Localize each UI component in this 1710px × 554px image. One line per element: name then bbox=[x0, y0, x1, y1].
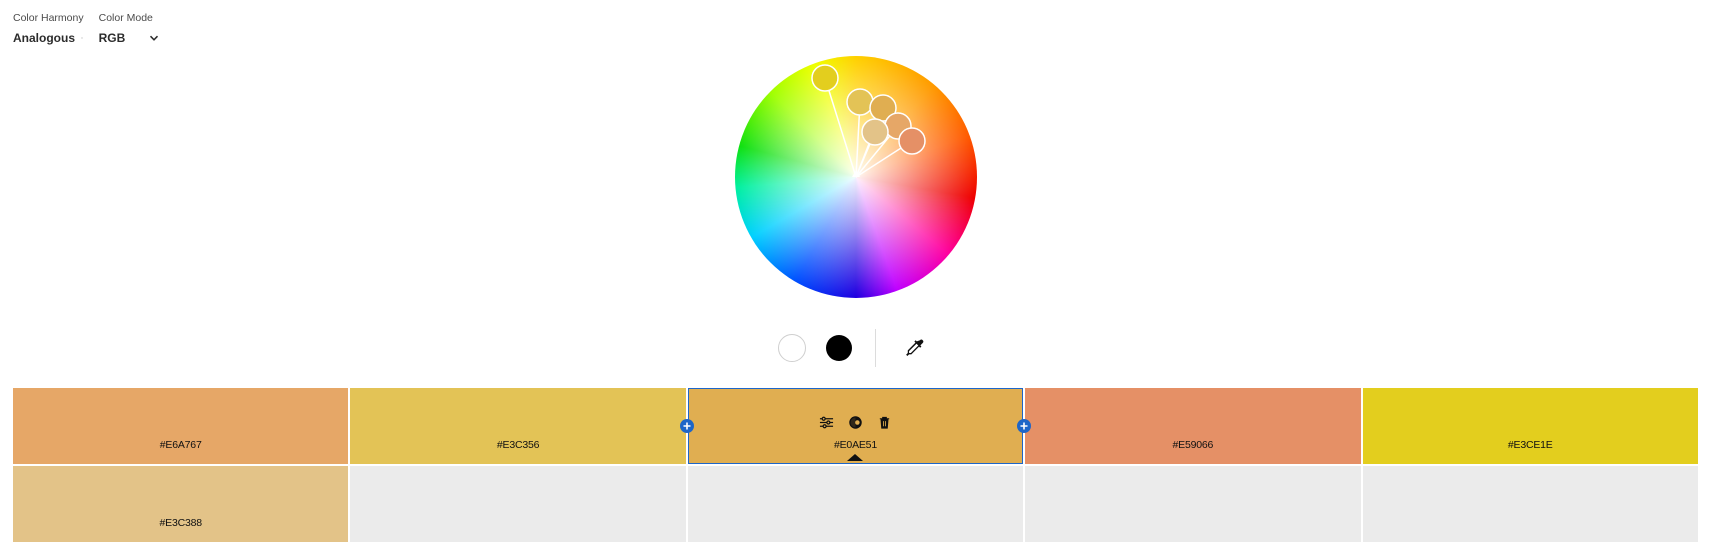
palette-row: #E6A767 #E3C356 #E0AE51 #E59066 #E3CE1E bbox=[13, 388, 1698, 464]
swatch-cell[interactable]: #E59066 bbox=[1025, 388, 1361, 464]
color-wheel-handles bbox=[811, 64, 926, 178]
chevron-down-icon bbox=[81, 37, 83, 39]
trash-icon[interactable] bbox=[877, 415, 892, 430]
contrast-icon[interactable] bbox=[848, 415, 863, 430]
swatch-hex: #E3C388 bbox=[159, 517, 203, 529]
color-harmony-label: Color Harmony bbox=[13, 12, 84, 24]
empty-swatch-slot bbox=[687, 466, 1024, 542]
swatch-cell[interactable]: #E3CE1E bbox=[1362, 388, 1698, 464]
plus-icon bbox=[1020, 422, 1028, 430]
color-handle[interactable] bbox=[846, 88, 874, 116]
swatch-hex: #E6A767 bbox=[159, 439, 202, 451]
color-handle[interactable] bbox=[861, 118, 889, 146]
color-harmony-dropdown[interactable]: Analogous bbox=[13, 31, 83, 45]
swatch-hex: #E59066 bbox=[1172, 439, 1214, 451]
color-mode-value: RGB bbox=[98, 31, 126, 45]
divider bbox=[875, 329, 876, 367]
color-mode-control: Color Mode RGB bbox=[99, 11, 159, 45]
color-palette: #E6A767 #E3C356 #E0AE51 #E59066 #E3CE1E … bbox=[13, 388, 1698, 542]
swatch-cell[interactable]: #E3C388 bbox=[13, 466, 349, 542]
color-mode-dropdown[interactable]: RGB bbox=[99, 31, 159, 45]
plus-icon bbox=[683, 422, 691, 430]
wheel-tools bbox=[778, 329, 925, 367]
empty-swatch-slot bbox=[350, 466, 686, 542]
swatch-cell[interactable]: #E3C356 bbox=[350, 388, 686, 464]
empty-swatch-slot bbox=[1362, 466, 1698, 542]
color-handle[interactable] bbox=[898, 127, 926, 155]
add-color-left-button[interactable] bbox=[679, 419, 694, 433]
top-controls: Color Harmony Analogous Color Mode RGB bbox=[13, 11, 159, 45]
color-harmony-control: Color Harmony Analogous bbox=[13, 11, 84, 45]
swatch-hex: #E3C356 bbox=[496, 439, 540, 451]
black-swatch[interactable] bbox=[826, 335, 852, 361]
eyedropper-icon[interactable] bbox=[903, 337, 925, 359]
sliders-icon[interactable] bbox=[819, 415, 834, 430]
swatch-toolbar bbox=[688, 415, 1023, 430]
color-handle[interactable] bbox=[811, 64, 839, 92]
color-mode-label: Color Mode bbox=[98, 12, 153, 24]
swatch-hex: #E0AE51 bbox=[833, 439, 877, 451]
palette-row: #E3C388 bbox=[13, 466, 1698, 542]
color-palette-page: Color Harmony Analogous Color Mode RGB #… bbox=[0, 0, 1710, 554]
white-swatch[interactable] bbox=[778, 334, 806, 362]
swatch-hex: #E3CE1E bbox=[1507, 439, 1553, 451]
empty-swatch-slot bbox=[1025, 466, 1361, 542]
color-harmony-value: Analogous bbox=[13, 31, 75, 45]
chevron-down-icon bbox=[149, 35, 158, 41]
swatch-cell-selected[interactable]: #E0AE51 bbox=[679, 388, 1032, 464]
base-color-caret bbox=[847, 454, 864, 461]
color-wheel[interactable] bbox=[735, 56, 977, 298]
add-color-right-button[interactable] bbox=[1017, 419, 1032, 433]
swatch-cell[interactable]: #E6A767 bbox=[13, 388, 349, 464]
